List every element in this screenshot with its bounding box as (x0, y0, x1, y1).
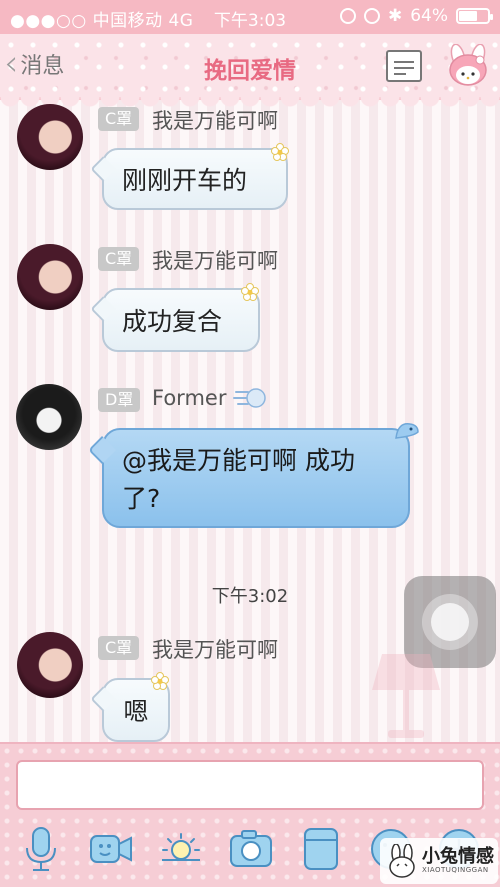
group-title-tag: C罩 (98, 247, 140, 271)
alarm-icon (363, 8, 380, 24)
status-bar: ●●●○○ 中国移动 4G 下午3:03 ✱ 64% (0, 0, 500, 34)
battery-percent: 64% (410, 6, 448, 26)
dash-icon (233, 388, 266, 408)
group-title-tag: C罩 (98, 636, 140, 660)
message-text-line: @我是万能可啊 成功 (122, 446, 355, 475)
bluetooth-icon: ✱ (387, 6, 403, 26)
list-icon[interactable] (386, 50, 422, 82)
watermark: 小兔情感 XIAOTUQINGGAN (380, 838, 498, 884)
group-title-tag: C罩 (98, 107, 140, 131)
sender-name: 我是万能可啊 (152, 109, 278, 133)
message-text-line: 了? (122, 484, 161, 513)
watermark-text: 小兔情感 (422, 846, 494, 867)
sender-name: 我是万能可啊 (152, 249, 278, 273)
rotation-lock-icon (339, 8, 356, 24)
flower-icon (241, 283, 259, 301)
lamp-decoration-icon (372, 654, 440, 738)
rabbit-logo-icon (389, 844, 415, 878)
mic-icon[interactable] (18, 826, 64, 872)
flower-icon (151, 672, 169, 690)
status-right: ✱ 64% (339, 6, 493, 26)
message-bubble[interactable]: 刚刚开车的 (102, 148, 288, 210)
bubble-decoration-icon (395, 423, 419, 439)
group-title-tag: D罩 (98, 388, 141, 412)
my-melody-icon[interactable] (444, 44, 492, 90)
watermark-subtext: XIAOTUQINGGAN (422, 866, 489, 874)
camera-icon[interactable] (228, 826, 274, 872)
battery-icon (456, 8, 493, 24)
sender-name: Former (152, 386, 227, 410)
avatar[interactable] (16, 384, 82, 450)
message-bubble[interactable]: 成功复合 (102, 288, 260, 352)
chat-title: 挽回爱情 (204, 58, 296, 84)
avatar[interactable] (17, 104, 83, 170)
message-text: 成功复合 (122, 307, 223, 336)
message-input[interactable] (16, 760, 484, 810)
sender-name: 我是万能可啊 (152, 638, 278, 662)
image-icon[interactable] (158, 826, 204, 872)
message-text: 刚刚开车的 (122, 166, 248, 195)
nav-bar: ‹ 消息 挽回爱情 (0, 34, 500, 107)
battery-fill (459, 11, 477, 21)
file-icon[interactable] (298, 826, 344, 872)
video-icon[interactable] (88, 826, 134, 872)
avatar[interactable] (17, 632, 83, 698)
flower-icon (271, 143, 289, 161)
message-text: 嗯 (123, 697, 149, 726)
avatar[interactable] (17, 244, 83, 310)
message-bubble[interactable]: @我是万能可啊 成功 了? (102, 428, 410, 528)
